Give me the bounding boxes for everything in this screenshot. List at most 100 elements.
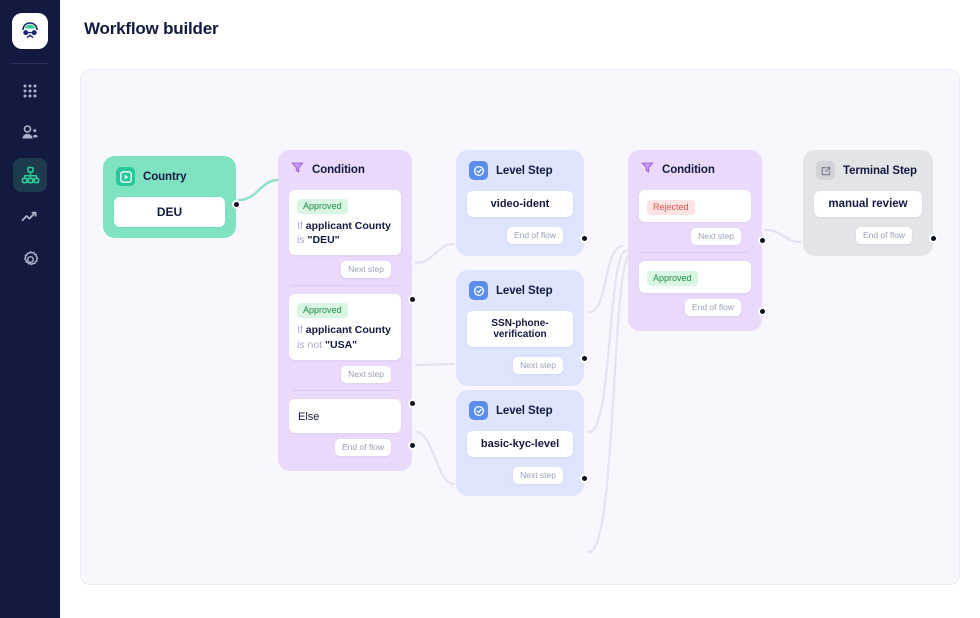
port-terminal-step-out[interactable] (929, 234, 938, 243)
edge-level1-cond2 (589, 246, 623, 312)
condition-1-row-2-expression: If applicant County is not "USA" (297, 323, 393, 351)
edge-level2-cond2 (589, 250, 627, 432)
node-level-step-3-value[interactable]: basic-kyc-level (467, 431, 573, 457)
node-terminal-step-tagrow: End of flow (814, 225, 922, 245)
sidebar-nav-list (13, 74, 47, 276)
node-level-step-1-title: Level Step (496, 165, 553, 177)
node-condition-2[interactable]: Condition Rejected Next step (628, 150, 762, 331)
node-terminal-step-value[interactable]: manual review (814, 191, 922, 217)
condition-1-row-1[interactable]: Approved If applicant County is "DEU" Ne… (289, 190, 401, 279)
expr-value: "USA" (325, 339, 357, 351)
node-condition-2-header: Condition (639, 160, 751, 179)
node-level-step-2[interactable]: Level Step SSN-phone-verification Next s… (456, 270, 584, 386)
shield-mask-logo-icon (18, 19, 42, 43)
sidebar (0, 0, 60, 618)
step-tag-end-of-flow[interactable]: End of flow (335, 439, 391, 456)
status-badge-rejected: Rejected (647, 200, 695, 215)
condition-2-separator (641, 252, 749, 253)
condition-2-row-1-tagrow: Next step (639, 226, 751, 246)
step-tag-end-of-flow[interactable]: End of flow (856, 227, 912, 244)
condition-1-separator-1 (291, 285, 399, 286)
edge-country-cond1 (239, 180, 278, 200)
condition-1-row-2-card: Approved If applicant County is not "USA… (289, 294, 401, 359)
step-tag-next[interactable]: Next step (513, 467, 563, 484)
condition-2-row-2-card: Approved (639, 261, 751, 293)
play-triangle-icon (116, 167, 135, 186)
node-condition-1[interactable]: Condition Approved If applicant County i… (278, 150, 412, 471)
step-tag-next[interactable]: Next step (513, 357, 563, 374)
edge-cond2r1-terminal (765, 230, 801, 242)
condition-2-row-1-card: Rejected (639, 190, 751, 222)
sidebar-divider (11, 63, 49, 64)
target-check-icon (469, 401, 488, 420)
expr-operator: is not (297, 339, 322, 351)
condition-1-row-1-expression: If applicant County is "DEU" (297, 219, 393, 247)
sitemap-hierarchy-icon (21, 166, 40, 185)
sidebar-item-apps[interactable] (13, 74, 47, 108)
step-tag-end-of-flow[interactable]: End of flow (685, 299, 741, 316)
node-level-step-3-header: Level Step (467, 400, 573, 420)
condition-1-else-label: Else (298, 411, 319, 423)
port-condition-1-row-1-out[interactable] (408, 295, 417, 304)
condition-2-row-2[interactable]: Approved End of flow (639, 261, 751, 317)
node-terminal-step[interactable]: Terminal Step manual review End of flow (803, 150, 933, 256)
node-level-step-2-header: Level Step (467, 280, 573, 300)
analytics-line-icon (20, 207, 40, 227)
port-country-out[interactable] (232, 200, 241, 209)
node-terminal-step-header: Terminal Step (814, 160, 922, 180)
port-level-step-3-out[interactable] (580, 474, 589, 483)
filter-funnel-icon (291, 161, 304, 179)
expr-prefix: If (297, 324, 303, 336)
sidebar-item-applicants[interactable] (13, 116, 47, 150)
node-country-value[interactable]: DEU (114, 197, 225, 227)
sidebar-item-settings[interactable] (13, 242, 47, 276)
node-condition-1-header: Condition (289, 160, 401, 179)
target-check-icon (469, 281, 488, 300)
condition-1-row-else[interactable]: Else End of flow (289, 399, 401, 457)
node-level-step-1[interactable]: Level Step video-ident End of flow (456, 150, 584, 256)
expr-subject: applicant County (306, 220, 391, 232)
node-country[interactable]: Country DEU (103, 156, 236, 238)
node-level-step-2-value[interactable]: SSN-phone-verification (467, 311, 573, 347)
node-level-step-1-value[interactable]: video-ident (467, 191, 573, 217)
node-level-step-1-header: Level Step (467, 160, 573, 180)
step-tag-next[interactable]: Next step (341, 261, 391, 278)
condition-1-row-2[interactable]: Approved If applicant County is not "USA… (289, 294, 401, 383)
node-level-step-2-tagrow: Next step (467, 355, 573, 375)
port-condition-2-row-2-out[interactable] (758, 307, 767, 316)
app-logo[interactable] (12, 13, 48, 49)
condition-2-row-1[interactable]: Rejected Next step (639, 190, 751, 246)
sidebar-item-workflow-builder[interactable] (13, 158, 47, 192)
main-content: Workflow builder (60, 0, 980, 618)
workflow-canvas[interactable]: Country DEU Condition (80, 69, 960, 585)
page-title: Workflow builder (82, 0, 958, 39)
condition-1-row-1-card: Approved If applicant County is "DEU" (289, 190, 401, 255)
node-condition-2-title: Condition (662, 164, 715, 176)
step-tag-next[interactable]: Next step (341, 366, 391, 383)
port-condition-1-else-out[interactable] (408, 441, 417, 450)
port-level-step-2-out[interactable] (580, 354, 589, 363)
edge-cond1else-level3 (416, 432, 454, 484)
condition-1-separator-2 (291, 390, 399, 391)
target-check-icon (469, 161, 488, 180)
status-badge-approved: Approved (647, 271, 698, 286)
step-tag-next[interactable]: Next step (691, 228, 741, 245)
sidebar-item-analytics[interactable] (13, 200, 47, 234)
expr-operator: is (297, 234, 305, 246)
expr-prefix: If (297, 220, 303, 232)
node-level-step-3[interactable]: Level Step basic-kyc-level Next step (456, 390, 584, 496)
port-level-step-1-out[interactable] (580, 234, 589, 243)
node-level-step-3-tagrow: Next step (467, 465, 573, 485)
node-level-step-2-title: Level Step (496, 285, 553, 297)
status-badge-approved: Approved (297, 303, 348, 318)
condition-1-else-tagrow: End of flow (289, 437, 401, 457)
expr-value: "DEU" (308, 234, 340, 246)
edge-cond1r1-level1 (416, 244, 454, 263)
step-tag-end-of-flow[interactable]: End of flow (507, 227, 563, 244)
node-country-header: Country (114, 166, 225, 186)
node-level-step-3-title: Level Step (496, 405, 553, 417)
expr-subject: applicant County (306, 324, 391, 336)
filter-funnel-icon (641, 161, 654, 179)
port-condition-2-row-1-out[interactable] (758, 236, 767, 245)
external-link-icon (816, 161, 835, 180)
